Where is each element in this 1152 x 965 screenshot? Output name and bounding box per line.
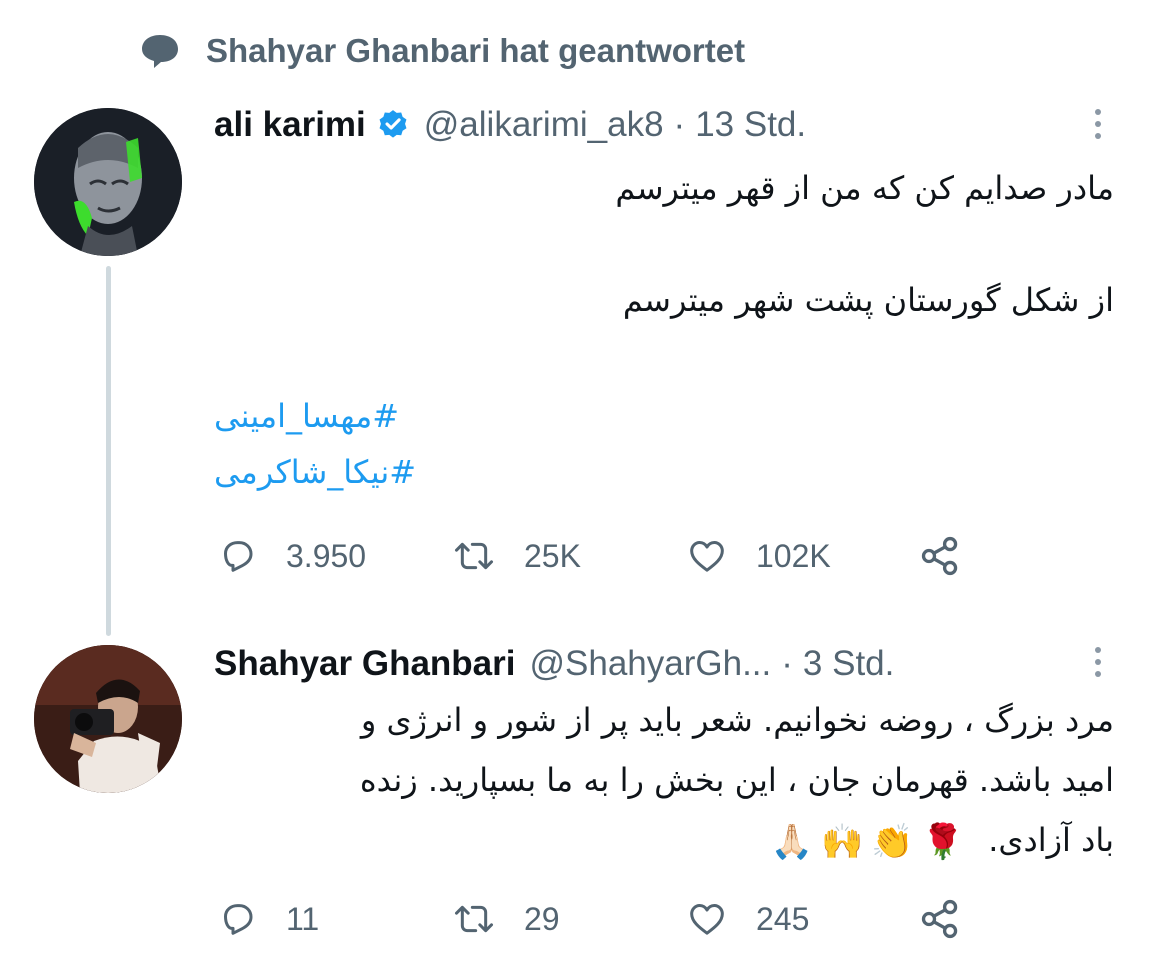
tweet-timestamp[interactable]: 3 Std. xyxy=(803,644,894,684)
tweet-header: Shahyar Ghanbari @ShahyarGh... · 3 Std. xyxy=(214,639,1114,689)
tweet-line: امید باشد. قهرمان جان ، این بخش را به ما… xyxy=(359,761,1114,799)
retweet-button[interactable]: 29 xyxy=(452,899,686,939)
tweet-text: مرد بزرگ ، روضه نخوانیم. شعر باید پر از … xyxy=(214,690,1114,870)
heart-icon xyxy=(686,536,728,576)
share-button[interactable] xyxy=(918,897,962,941)
more-dot-icon xyxy=(1095,659,1101,665)
retweet-icon xyxy=(452,899,496,939)
author-handle[interactable]: @alikarimi_ak8 xyxy=(424,105,664,145)
tweet-line: از شکل گورستان پشت شهر میترسم xyxy=(622,281,1114,319)
share-button[interactable] xyxy=(918,534,962,578)
like-count: 245 xyxy=(756,900,810,937)
speech-bubble-icon xyxy=(140,31,180,71)
more-dot-icon xyxy=(1095,671,1101,677)
retweet-count: 25K xyxy=(524,537,581,574)
share-icon xyxy=(918,897,962,941)
reply-count: 3.950 xyxy=(286,537,367,574)
more-dot-icon xyxy=(1095,647,1101,653)
tweet-actions: 11 29 245 xyxy=(218,894,962,944)
tweet-line: مادر صدایم کن که من از قهر میترسم xyxy=(615,169,1114,207)
clapping-hands-emoji-icon: 👏 xyxy=(871,822,914,862)
retweet-icon xyxy=(452,536,496,576)
raised-hands-emoji-icon: 🙌 xyxy=(821,822,864,862)
more-options-button[interactable] xyxy=(1088,642,1108,682)
emoji-row: 🙏🏻 🙌 👏 🌹 xyxy=(771,822,964,862)
reply-context-text: Shahyar Ghanbari hat geantwortet xyxy=(206,32,746,69)
tweet-line-with-emojis: باد آزادی. 🙏🏻 🙌 👏 🌹 xyxy=(214,810,1114,870)
more-dot-icon xyxy=(1095,109,1101,115)
retweet-button[interactable]: 25K xyxy=(452,536,686,576)
like-button[interactable]: 245 xyxy=(686,899,918,939)
hashtag-link[interactable]: #نیکا_شاکرمی xyxy=(214,444,416,500)
reply-icon xyxy=(218,536,258,576)
reply-count: 11 xyxy=(286,900,320,937)
reply-button[interactable]: 11 xyxy=(218,899,452,939)
tweet-line: مرد بزرگ ، روضه نخوانیم. شعر باید پر از … xyxy=(360,701,1114,739)
tweet-header: ali karimi @alikarimi_ak8 · 13 Std. xyxy=(214,100,1114,150)
author-name[interactable]: ali karimi xyxy=(214,105,366,145)
more-options-button[interactable] xyxy=(1088,104,1108,144)
tweet-timestamp[interactable]: 13 Std. xyxy=(695,105,806,145)
separator-dot: · xyxy=(781,644,793,683)
tweet-line: باد آزادی. xyxy=(988,821,1114,859)
like-button[interactable]: 102K xyxy=(686,536,918,576)
tweet-actions: 3.950 25K 102K xyxy=(218,531,962,581)
hashtag-link[interactable]: #مهسا_امینی xyxy=(214,388,416,444)
like-count: 102K xyxy=(756,537,831,574)
reply-button[interactable]: 3.950 xyxy=(218,536,452,576)
more-dot-icon xyxy=(1095,121,1101,127)
avatar-ali-karimi[interactable] xyxy=(34,108,182,256)
author-name[interactable]: Shahyar Ghanbari xyxy=(214,644,515,684)
reply-context[interactable]: Shahyar Ghanbari hat geantwortet xyxy=(140,26,745,76)
folded-hands-emoji-icon: 🙏🏻 xyxy=(770,822,814,862)
reply-icon xyxy=(218,899,258,939)
verified-badge-icon xyxy=(376,108,410,142)
rose-emoji-icon: 🌹 xyxy=(921,822,965,862)
share-icon xyxy=(918,534,962,578)
avatar-shahyar-ghanbari[interactable] xyxy=(34,645,182,793)
heart-icon xyxy=(686,899,728,939)
separator-dot: · xyxy=(673,105,686,144)
tweet-text: مادر صدایم کن که من از قهر میترسم از شکل… xyxy=(214,160,1114,328)
author-handle[interactable]: @ShahyarGh... xyxy=(529,644,771,684)
more-dot-icon xyxy=(1095,133,1101,139)
retweet-count: 29 xyxy=(524,900,560,937)
thread-connector-line xyxy=(106,266,111,636)
hashtag-list: #مهسا_امینی #نیکا_شاکرمی xyxy=(214,388,416,500)
